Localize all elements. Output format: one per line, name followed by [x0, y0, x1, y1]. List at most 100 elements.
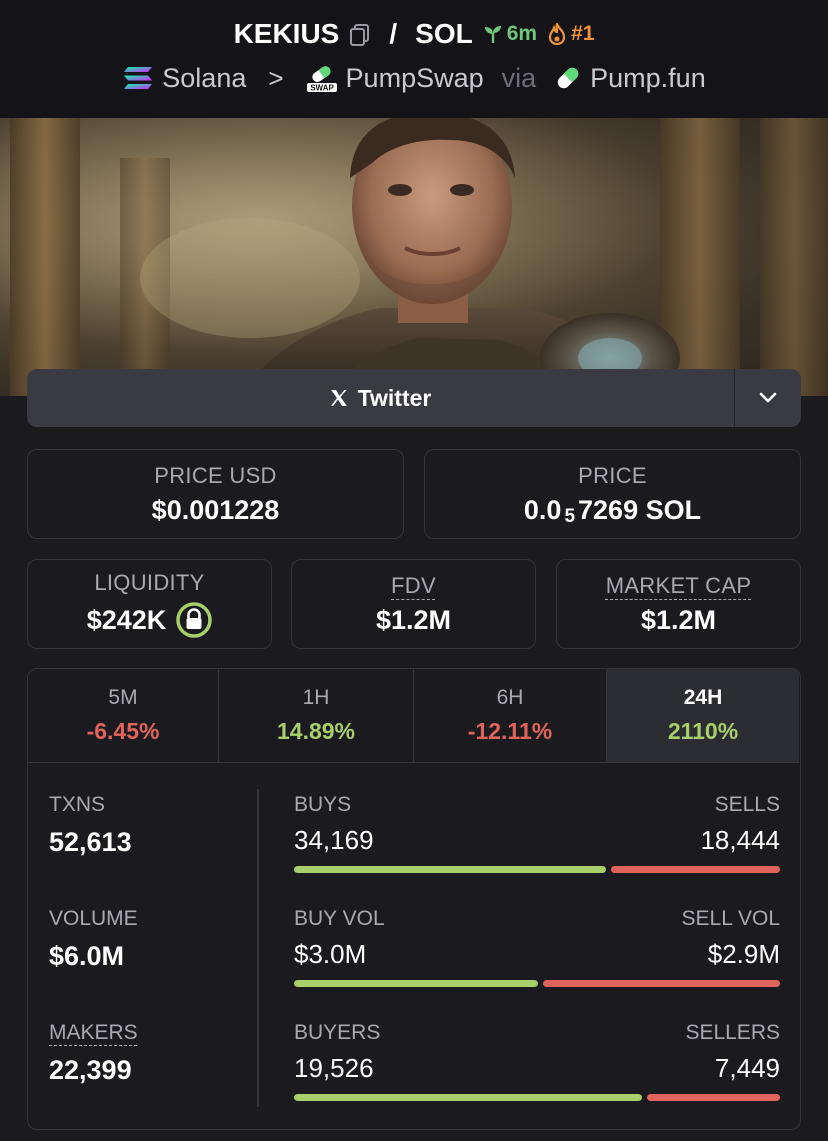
tab-6h[interactable]: 6H -12.11%	[414, 669, 607, 762]
buyers-sellers-ratio-bar	[294, 1094, 780, 1101]
pair-header: KEKIUS / SOL 6m #1 Solana > SWAP PumpSwa…	[0, 0, 828, 118]
fdv-value: $1.2M	[375, 604, 452, 635]
liquidity-value: $242K	[86, 604, 167, 635]
launchpad-name: Pump.fun	[590, 62, 706, 93]
fdv-card: FDV $1.2M	[291, 559, 536, 649]
token-banner-image	[0, 118, 828, 396]
makers-stat: MAKERS 22,399	[49, 1021, 138, 1086]
pill-icon	[557, 67, 579, 89]
copy-icon[interactable]	[349, 22, 371, 46]
buys-label: BUYS	[294, 793, 352, 816]
trading-stats-panel: 5M -6.45% 1H 14.89% 6H -12.11% 24H 2110%…	[27, 668, 801, 1130]
timeframe-label: 1H	[302, 686, 330, 709]
price-change: -12.11%	[467, 718, 553, 744]
breadcrumb-dex[interactable]: SWAP PumpSwap	[306, 63, 484, 94]
buys-sells-labels: BUYS SELLS	[294, 793, 780, 817]
volume-split-labels: BUY VOL SELL VOL	[294, 907, 780, 931]
quote-token-symbol: SOL	[415, 18, 473, 49]
column-divider	[257, 789, 259, 1107]
price-native-zero-count: 5	[564, 506, 576, 527]
price-native-card: PRICE 0.0 5 7269 SOL	[424, 449, 801, 539]
liquidity-card: LIQUIDITY $242K	[27, 559, 272, 649]
price-change: 2110%	[667, 718, 739, 744]
social-links-dropdown-toggle[interactable]	[735, 369, 801, 427]
buyers-sellers-block: BUYERS SELLERS 19,526 7,449	[294, 1021, 780, 1101]
buyers-label: BUYERS	[294, 1021, 381, 1044]
sellers-bar	[647, 1094, 780, 1101]
price-native-prefix: 0.0	[523, 494, 562, 525]
twitter-label: Twitter	[357, 384, 432, 411]
tab-5m[interactable]: 5M -6.45%	[28, 669, 219, 762]
buyers-sellers-labels: BUYERS SELLERS	[294, 1021, 780, 1045]
sells-value: 18,444	[700, 825, 780, 855]
market-cap-card: MARKET CAP $1.2M	[556, 559, 801, 649]
fdv-label[interactable]: FDV	[391, 573, 436, 599]
tab-24h[interactable]: 24H 2110%	[607, 669, 799, 762]
market-cap-label[interactable]: MARKET CAP	[606, 573, 752, 599]
price-change: 14.89%	[276, 718, 355, 744]
banner-illustration	[0, 118, 828, 396]
chain-name: Solana	[162, 62, 247, 93]
timeframe-label: 24H	[683, 686, 723, 709]
price-native-digits: 7269 SOL	[578, 494, 702, 525]
price-change: -6.45%	[86, 718, 160, 744]
buy-vol-label: BUY VOL	[294, 907, 385, 930]
buys-value: 34,169	[294, 825, 374, 855]
sells-label: SELLS	[714, 793, 780, 816]
base-token-symbol: KEKIUS	[233, 18, 340, 49]
sell-vol-bar	[543, 980, 780, 987]
buys-sells-block: BUYS SELLS 34,169 18,444	[294, 793, 780, 873]
liquidity-label: LIQUIDITY	[94, 570, 205, 595]
makers-value: 22,399	[49, 1055, 132, 1085]
price-usd-card: PRICE USD $0.001228	[27, 449, 404, 539]
price-native-value: 0.0 5 7269 SOL	[523, 494, 702, 528]
chevron-down-icon	[759, 392, 777, 403]
market-cap-value: $1.2M	[640, 604, 717, 635]
buyers-value: 19,526	[294, 1053, 374, 1083]
pumpswap-icon: SWAP	[306, 66, 337, 93]
solana-icon	[124, 67, 153, 89]
timeframe-tabs: 5M -6.45% 1H 14.89% 6H -12.11% 24H 2110%	[28, 669, 799, 763]
buys-sells-values: 34,169 18,444	[294, 825, 780, 856]
breadcrumb: Solana > SWAP PumpSwap via Pump.fun	[0, 58, 828, 98]
volume-ratio-bar	[294, 980, 780, 987]
buy-vol-bar	[294, 980, 538, 987]
lock-icon[interactable]	[176, 602, 213, 638]
breadcrumb-launchpad[interactable]: Pump.fun	[554, 63, 706, 94]
social-links-bar: Twitter	[27, 369, 801, 427]
volume-label: VOLUME	[49, 907, 138, 930]
makers-label[interactable]: MAKERS	[49, 1021, 138, 1045]
timeframe-label: 6H	[496, 686, 524, 709]
breadcrumb-separator: >	[268, 62, 284, 93]
trending-rank: #1	[571, 22, 595, 45]
buyers-sellers-values: 19,526 7,449	[294, 1053, 780, 1084]
twitter-button[interactable]: Twitter	[27, 369, 735, 427]
sellers-label: SELLERS	[685, 1021, 780, 1044]
liquidity-value-row: $242K	[87, 602, 213, 638]
sprout-icon	[484, 26, 501, 43]
dex-name: PumpSwap	[345, 62, 484, 93]
txns-value: 52,613	[49, 827, 132, 857]
tab-1h[interactable]: 1H 14.89%	[219, 669, 414, 762]
volume-value: $6.0M	[49, 941, 125, 971]
via-label: via	[501, 62, 537, 93]
buyers-bar	[294, 1094, 642, 1101]
pair-title-row: KEKIUS / SOL 6m #1	[0, 16, 828, 52]
volume-split-block: BUY VOL SELL VOL $3.0M $2.9M	[294, 907, 780, 987]
timeframe-label: 5M	[108, 686, 138, 709]
sell-vol-value: $2.9M	[707, 939, 780, 969]
x-logo-icon	[330, 390, 347, 406]
breadcrumb-chain[interactable]: Solana	[122, 63, 246, 94]
price-native-label: PRICE	[578, 462, 647, 488]
txns-label: TXNS	[49, 793, 106, 816]
txns-stat: TXNS 52,613	[49, 793, 132, 858]
pair-age: 6m	[506, 22, 538, 45]
price-usd-label: PRICE USD	[154, 462, 277, 488]
volume-stat: VOLUME $6.0M	[49, 907, 138, 972]
pair-separator: /	[389, 18, 398, 49]
trending-rank-badge[interactable]: #1	[547, 22, 594, 46]
buys-sells-ratio-bar	[294, 866, 780, 873]
buy-vol-value: $3.0M	[294, 939, 367, 969]
volume-split-values: $3.0M $2.9M	[294, 939, 780, 970]
swap-label: SWAP	[310, 84, 334, 93]
